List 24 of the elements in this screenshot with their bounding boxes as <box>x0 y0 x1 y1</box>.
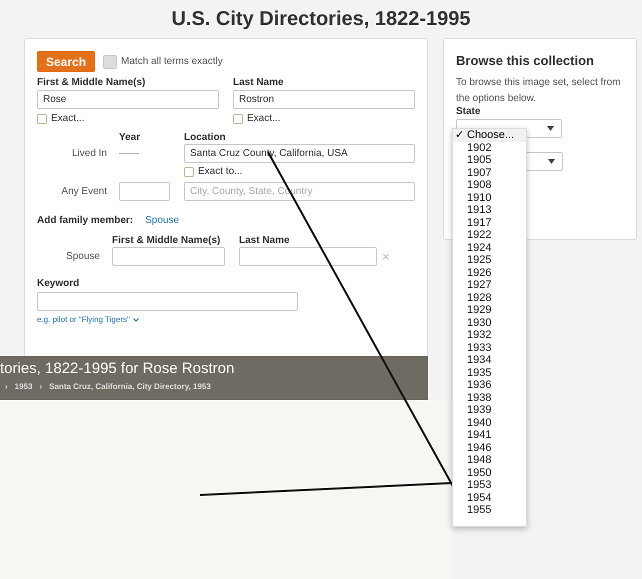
viewer-title: tories, 1822-1995 for Rose Rostron <box>0 360 236 377</box>
year-dash: —— <box>119 148 140 159</box>
browse-title: Browse this collection <box>456 53 595 68</box>
row-label: Any Event <box>60 186 107 197</box>
breadcrumb-separator: › <box>5 382 8 391</box>
select-label: State <box>456 106 482 117</box>
checkbox-label: Match all terms exactly <box>121 56 223 67</box>
browse-description: To browse this image set, select from the options below. <box>456 76 622 106</box>
breadcrumb-separator: › <box>39 382 42 391</box>
row-label: Lived In <box>70 148 107 159</box>
checkbox-label: Exact... <box>51 113 84 124</box>
column-label: Year <box>119 132 142 143</box>
checkbox-label: Exact... <box>247 113 280 124</box>
checkbox-label: Exact to... <box>198 166 242 177</box>
page-title: U.S. City Directories, 1822-1995 <box>170 7 472 32</box>
field-label: Last Name <box>239 235 290 246</box>
field-label: Keyword <box>37 278 80 289</box>
field-label: First & Middle Name(s) <box>112 235 222 246</box>
section-label: Add family member: <box>37 215 134 226</box>
field-label: Last Name <box>233 77 284 88</box>
check-mark: ✓ <box>455 129 464 142</box>
field-label: First & Middle Name(s) <box>37 77 146 88</box>
column-label: Location <box>184 132 226 143</box>
row-label: Spouse <box>65 251 100 262</box>
